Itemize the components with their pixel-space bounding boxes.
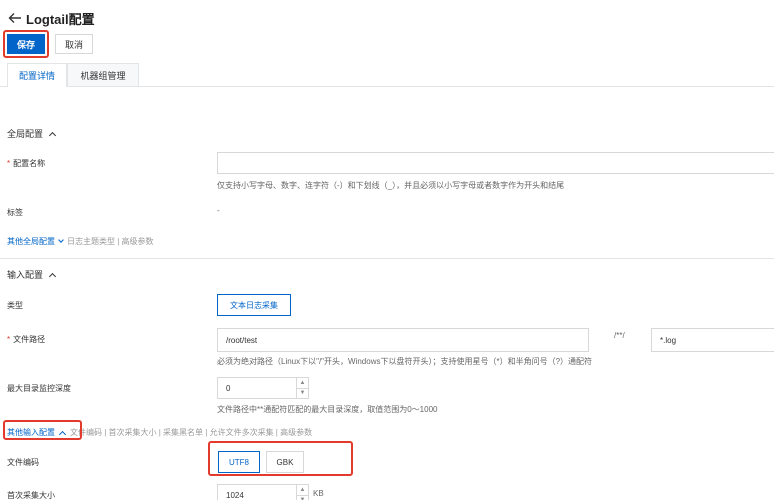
global-section-header[interactable]: 全局配置 xyxy=(7,127,57,140)
highlight-box xyxy=(3,30,49,58)
file-path-input[interactable]: /root/test xyxy=(217,328,589,352)
highlight-box xyxy=(208,441,353,476)
section-divider xyxy=(0,258,774,259)
chevron-up-icon xyxy=(48,272,57,280)
tab-divider xyxy=(0,86,774,87)
tab-config-detail[interactable]: 配置详情 xyxy=(7,63,67,87)
other-global-config: 其他全局配置 日志主题类型 | 高级参数 xyxy=(7,236,154,247)
first-size-unit: KB xyxy=(313,489,324,498)
page-title: Logtail配置 xyxy=(26,11,95,27)
input-section-header[interactable]: 输入配置 xyxy=(7,268,57,281)
cancel-button[interactable]: 取消 xyxy=(55,34,93,54)
path-separator: /**/ xyxy=(614,331,625,340)
type-text-log-button[interactable]: 文本日志采集 xyxy=(217,294,291,316)
config-name-input[interactable] xyxy=(217,152,774,174)
stepper-controls: ▲ ▼ xyxy=(296,485,308,500)
file-pattern-input[interactable]: *.log xyxy=(651,328,774,352)
first-size-stepper[interactable]: 1024 ▲ ▼ xyxy=(217,484,309,500)
input-section-title: 输入配置 xyxy=(7,270,44,280)
other-global-items: 日志主题类型 | 高级参数 xyxy=(67,237,154,246)
file-path-label: * 文件路径 xyxy=(7,335,46,344)
chevron-up-icon xyxy=(48,131,57,139)
max-depth-value: 0 xyxy=(226,383,231,393)
stepper-controls: ▲ ▼ xyxy=(296,378,308,398)
type-label: 类型 xyxy=(7,301,23,310)
first-size-label: 首次采集大小 xyxy=(7,491,55,500)
tags-value: - xyxy=(217,206,220,215)
highlight-box xyxy=(3,420,82,440)
stepper-down-icon[interactable]: ▼ xyxy=(297,387,308,399)
tags-label: 标签 xyxy=(7,208,23,217)
file-path-hint: 必须为绝对路径（Linux下以"/"开头，Windows下以盘符开头）；支持使用… xyxy=(217,357,593,366)
arrow-left-icon[interactable] xyxy=(8,11,22,25)
config-name-hint: 仅支持小写字母、数字、连字符（-）和下划线（_），并且必须以小写字母或者数字作为… xyxy=(217,181,565,190)
first-size-value: 1024 xyxy=(226,490,244,500)
encoding-label: 文件编码 xyxy=(7,458,39,467)
other-input-items: 文件编码 | 首次采集大小 | 采集黑名单 | 允许文件多次采集 | 高级参数 xyxy=(70,428,313,437)
max-depth-stepper[interactable]: 0 ▲ ▼ xyxy=(217,377,309,399)
stepper-down-icon[interactable]: ▼ xyxy=(297,494,308,500)
tab-machine-group[interactable]: 机器组管理 xyxy=(67,63,139,87)
chevron-down-icon xyxy=(58,237,64,243)
global-section-title: 全局配置 xyxy=(7,129,44,139)
max-depth-hint: 文件路径中**通配符匹配的最大目录深度，取值范围为0～1000 xyxy=(217,405,438,414)
stepper-up-icon[interactable]: ▲ xyxy=(297,485,308,495)
config-name-label: * 配置名称 xyxy=(7,159,46,168)
stepper-up-icon[interactable]: ▲ xyxy=(297,378,308,388)
tab-active-gap xyxy=(8,86,66,87)
other-global-config-link[interactable]: 其他全局配置 xyxy=(7,236,55,247)
page-header: Logtail配置 xyxy=(8,8,95,28)
max-depth-label: 最大目录监控深度 xyxy=(7,384,71,393)
